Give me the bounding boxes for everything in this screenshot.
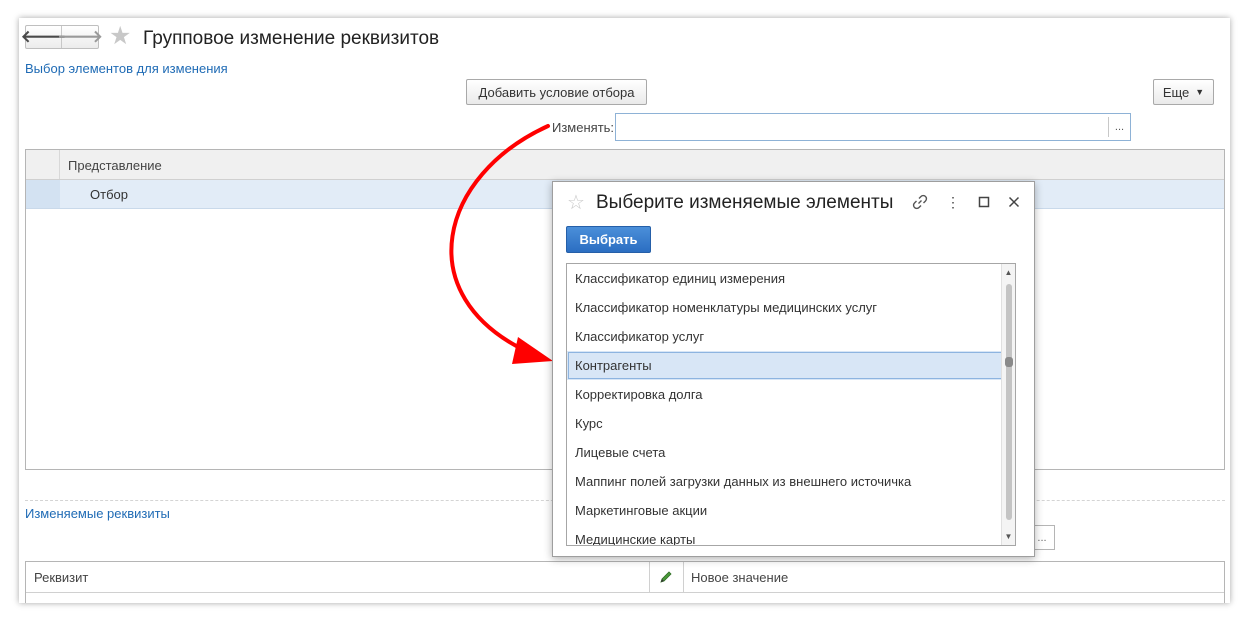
more-button[interactable]: Еще ▼	[1153, 79, 1214, 105]
list-scrollbar[interactable]: ▲ ▼	[1001, 264, 1015, 545]
scroll-down-icon[interactable]: ▼	[1002, 532, 1015, 541]
change-input[interactable]: ...	[615, 113, 1131, 141]
select-elements-dialog: ☆ Выберите изменяемые элементы ⋮ Выбрать…	[552, 181, 1035, 557]
chevron-down-icon: ▼	[1195, 87, 1205, 97]
column-header-attribute[interactable]: Реквизит	[34, 570, 88, 585]
column-header-new-value[interactable]: Новое значение	[691, 570, 788, 585]
list-item[interactable]: Классификатор номенклатуры медицинских у…	[567, 293, 1015, 322]
column-separator	[683, 562, 684, 592]
more-vertical-icon[interactable]: ⋮	[943, 191, 963, 213]
close-icon[interactable]	[1004, 191, 1024, 213]
list-item[interactable]: Корректировка долга	[567, 380, 1015, 409]
column-separator	[649, 562, 650, 592]
column-header-presentation[interactable]: Представление	[68, 158, 162, 173]
selection-section-title[interactable]: Выбор элементов для изменения	[25, 61, 228, 76]
grid-corner-cell	[26, 150, 60, 179]
navigation-buttons: 🡐 🡒	[21, 25, 103, 49]
row-marker	[26, 180, 60, 208]
favorite-star-icon[interactable]: ★	[109, 24, 131, 49]
filter-grid-header: Представление	[26, 150, 1224, 180]
elements-list: Классификатор единиц измерения Классифик…	[566, 263, 1016, 546]
scroll-position-marker	[1005, 357, 1013, 367]
add-filter-button[interactable]: Добавить условие отбора	[466, 79, 647, 105]
arrow-right-icon: 🡒	[57, 27, 103, 46]
dialog-title: Выберите изменяемые элементы	[596, 192, 894, 213]
attributes-grid-header: Реквизит Новое значение	[26, 562, 1224, 593]
change-select-button[interactable]: ...	[1108, 117, 1130, 137]
row-label: Отбор	[90, 187, 128, 202]
select-button[interactable]: Выбрать	[566, 226, 651, 253]
scroll-thumb[interactable]	[1006, 284, 1012, 520]
list-item[interactable]: Классификатор единиц измерения	[567, 264, 1015, 293]
page-title: Групповое изменение реквизитов	[143, 28, 440, 49]
forward-button[interactable]: 🡒	[57, 26, 103, 48]
list-item[interactable]: Классификатор услуг	[567, 322, 1015, 351]
list-item[interactable]: Курс	[567, 409, 1015, 438]
change-field-label: Изменять:	[552, 120, 615, 135]
list-item[interactable]: Маппинг полей загрузки данных из внешнег…	[567, 467, 1015, 496]
list-item[interactable]: Медицинские карты	[567, 525, 1015, 545]
attributes-section-title[interactable]: Изменяемые реквизиты	[25, 506, 170, 521]
scroll-up-icon[interactable]: ▲	[1002, 268, 1015, 277]
pencil-icon	[660, 571, 672, 583]
list-item-selected[interactable]: Контрагенты	[567, 351, 1015, 380]
attributes-grid: Реквизит Новое значение	[25, 561, 1225, 603]
link-icon[interactable]	[910, 191, 930, 213]
star-icon[interactable]: ☆	[567, 193, 585, 213]
list-item[interactable]: Лицевые счета	[567, 438, 1015, 467]
list-item[interactable]: Маркетинговые акции	[567, 496, 1015, 525]
maximize-icon[interactable]	[974, 191, 994, 213]
more-button-label: Еще	[1162, 84, 1190, 100]
